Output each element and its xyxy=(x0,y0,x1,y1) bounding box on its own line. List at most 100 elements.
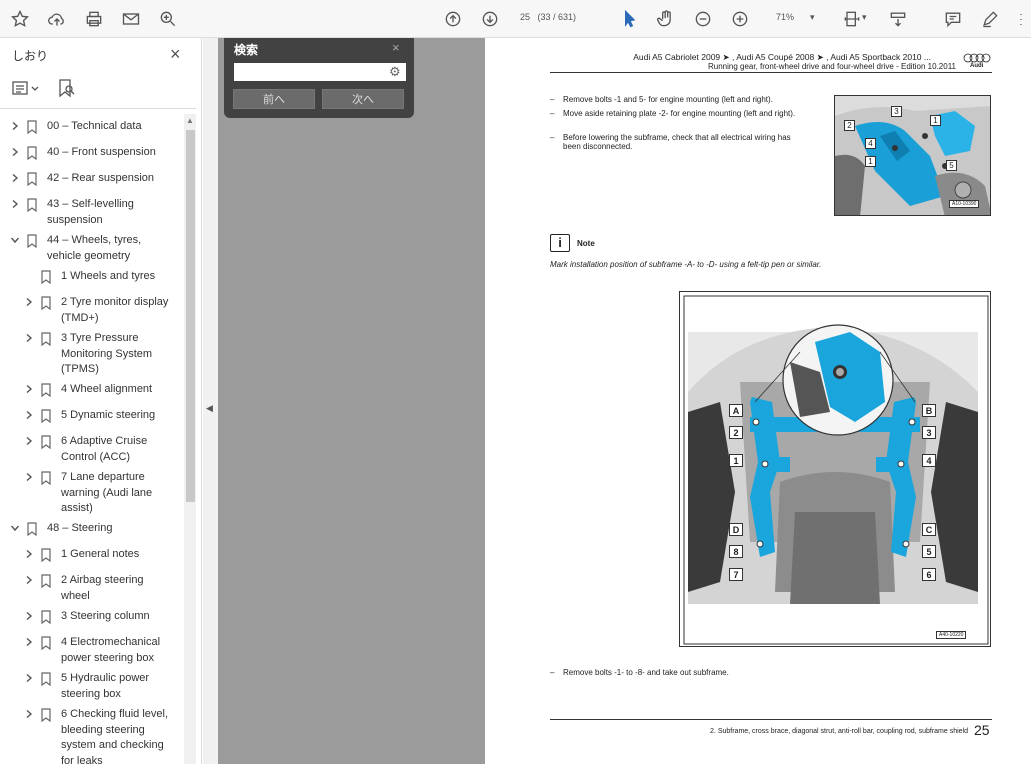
chevron-right-icon[interactable] xyxy=(10,147,20,157)
bookmark-item[interactable]: 3 Steering column xyxy=(0,609,184,625)
fig1-callout-1a: 1 xyxy=(930,115,941,126)
star-icon[interactable] xyxy=(8,7,32,31)
bookmark-item[interactable]: 2 Tyre monitor display (TMD+) xyxy=(0,295,184,326)
zoom-level[interactable]: 71% xyxy=(776,12,794,22)
bookmark-item[interactable]: 40 – Front suspension xyxy=(0,145,184,161)
search-panel: 検索 × ⚙ 前へ 次へ xyxy=(224,38,414,118)
collapse-sidebar-arrow[interactable]: ◀ xyxy=(206,403,213,414)
chevron-right-icon[interactable] xyxy=(24,611,34,621)
search-title: 検索 xyxy=(234,43,259,57)
bookmark-item[interactable]: 5 Hydraulic power steering box xyxy=(0,671,184,702)
bookmark-label: 48 – Steering xyxy=(47,522,113,534)
bookmark-item[interactable]: 4 Wheel alignment xyxy=(0,382,184,398)
bookmark-item[interactable]: 5 Dynamic steering xyxy=(0,408,184,424)
page-number-input[interactable]: 25 (33 / 631) xyxy=(520,12,576,22)
chevron-right-icon[interactable] xyxy=(24,575,34,585)
bookmark-item[interactable]: 2 Airbag steering wheel xyxy=(0,573,184,604)
zoom-dropdown-icon[interactable]: ▾ xyxy=(810,12,815,23)
search-close-button[interactable]: × xyxy=(392,40,400,55)
note-text: Mark installation position of subframe -… xyxy=(550,260,822,269)
bookmark-item[interactable]: 44 – Wheels, tyres, vehicle geometry xyxy=(0,233,184,264)
fit-page-icon[interactable] xyxy=(840,7,864,31)
hand-icon[interactable] xyxy=(654,7,678,31)
footer-rule xyxy=(550,719,992,720)
bookmark-options-icon[interactable] xyxy=(12,79,40,102)
bookmark-label: 5 Dynamic steering xyxy=(61,409,156,421)
fig2-callout-A: A xyxy=(729,404,743,417)
bookmark-item[interactable]: 43 – Self-levelling suspension xyxy=(0,197,184,228)
bookmark-item[interactable]: 6 Adaptive Cruise Control (ACC) xyxy=(0,434,184,465)
chevron-right-icon[interactable] xyxy=(24,637,34,647)
zoom-in-icon[interactable] xyxy=(728,7,752,31)
page-current[interactable]: 25 xyxy=(520,12,530,22)
zoom-search-icon[interactable] xyxy=(156,7,180,31)
fig2-callout-B: B xyxy=(922,404,936,417)
cloud-upload-icon[interactable] xyxy=(45,7,69,31)
chevron-right-icon[interactable] xyxy=(24,472,34,482)
bookmark-item[interactable]: 42 – Rear suspension xyxy=(0,171,184,187)
add-bookmark-icon[interactable] xyxy=(58,78,76,103)
header-rule xyxy=(550,72,992,73)
more-icon[interactable] xyxy=(1015,7,1027,31)
chevron-right-icon[interactable] xyxy=(24,384,34,394)
chevron-right-icon[interactable] xyxy=(24,333,34,343)
page-up-icon[interactable] xyxy=(441,7,465,31)
chevron-right-icon[interactable] xyxy=(10,121,20,131)
bookmarks-sidebar: しおり × 00 – Technical data 40 – Front susp… xyxy=(0,38,202,764)
bookmark-label: 2 Airbag steering wheel xyxy=(61,574,144,602)
chevron-right-icon[interactable] xyxy=(24,709,34,719)
bookmark-icon xyxy=(40,610,52,625)
page-header-subtitle: Running gear, front-wheel drive and four… xyxy=(708,62,956,71)
sidebar-tools xyxy=(12,78,202,102)
step-3: – Before lowering the subframe, check tha… xyxy=(550,133,810,153)
chevron-right-icon[interactable] xyxy=(24,436,34,446)
bookmark-icon xyxy=(40,471,52,486)
bookmark-item[interactable]: 7 Lane departure warning (Audi lane assi… xyxy=(0,470,184,517)
chevron-right-icon[interactable] xyxy=(24,549,34,559)
bookmark-item[interactable]: 3 Tyre Pressure Monitoring System (TPMS) xyxy=(0,331,184,378)
bookmark-icon xyxy=(26,120,38,135)
chevron-right-icon[interactable] xyxy=(24,297,34,307)
step-3-text: Before lowering the subframe, check that… xyxy=(563,133,791,151)
bookmark-label: 6 Adaptive Cruise Control (ACC) xyxy=(61,435,148,463)
scroll-up-arrow[interactable]: ▲ xyxy=(186,116,194,125)
print-icon[interactable] xyxy=(82,7,106,31)
bookmark-item[interactable]: 1 Wheels and tyres xyxy=(0,269,184,285)
scroll-mode-icon[interactable] xyxy=(886,7,910,31)
chevron-down-icon[interactable] xyxy=(10,523,20,533)
fig2-callout-3: 3 xyxy=(922,426,936,439)
select-cursor-icon[interactable] xyxy=(617,7,641,31)
bookmark-icon xyxy=(40,708,52,723)
bookmark-icon xyxy=(40,672,52,687)
fig2-callout-5: 5 xyxy=(922,545,936,558)
zoom-out-icon[interactable] xyxy=(691,7,715,31)
toolbar: 25 (33 / 631) 71% ▾ ▾ xyxy=(0,0,1031,38)
chevron-right-icon[interactable] xyxy=(10,173,20,183)
gear-icon[interactable]: ⚙ xyxy=(389,64,401,80)
chevron-right-icon[interactable] xyxy=(10,199,20,209)
fig1-callout-3: 3 xyxy=(891,106,902,117)
bookmark-icon xyxy=(40,435,52,450)
bookmark-item[interactable]: 48 – Steering xyxy=(0,521,184,537)
bookmark-item[interactable]: 1 General notes xyxy=(0,547,184,563)
sidebar-scroll-thumb[interactable] xyxy=(186,130,195,502)
page-footer: 2. Subframe, cross brace, diagonal strut… xyxy=(710,728,968,735)
search-input[interactable] xyxy=(234,63,406,81)
page-down-icon[interactable] xyxy=(478,7,502,31)
step-2-text: Move aside retaining plate -2- for engin… xyxy=(563,109,796,118)
bookmark-item[interactable]: 4 Electromechanical power steering box xyxy=(0,635,184,666)
fig1-callout-1b: 1 xyxy=(865,156,876,167)
prev-button[interactable]: 前へ xyxy=(233,89,315,109)
sidebar-close-button[interactable]: × xyxy=(170,44,181,65)
next-button[interactable]: 次へ xyxy=(322,89,404,109)
mail-icon[interactable] xyxy=(119,7,143,31)
pen-icon[interactable] xyxy=(978,7,1002,31)
bookmark-item[interactable]: 6 Checking fluid level, bleeding steerin… xyxy=(0,707,184,764)
bookmark-item[interactable]: 00 – Technical data xyxy=(0,119,184,135)
chevron-down-icon[interactable] xyxy=(10,235,20,245)
chevron-right-icon[interactable] xyxy=(24,673,34,683)
chevron-right-icon[interactable] xyxy=(24,410,34,420)
page-total: (33 / 631) xyxy=(537,12,577,22)
comment-icon[interactable] xyxy=(941,7,965,31)
fit-page-dropdown-icon[interactable]: ▾ xyxy=(862,12,867,23)
